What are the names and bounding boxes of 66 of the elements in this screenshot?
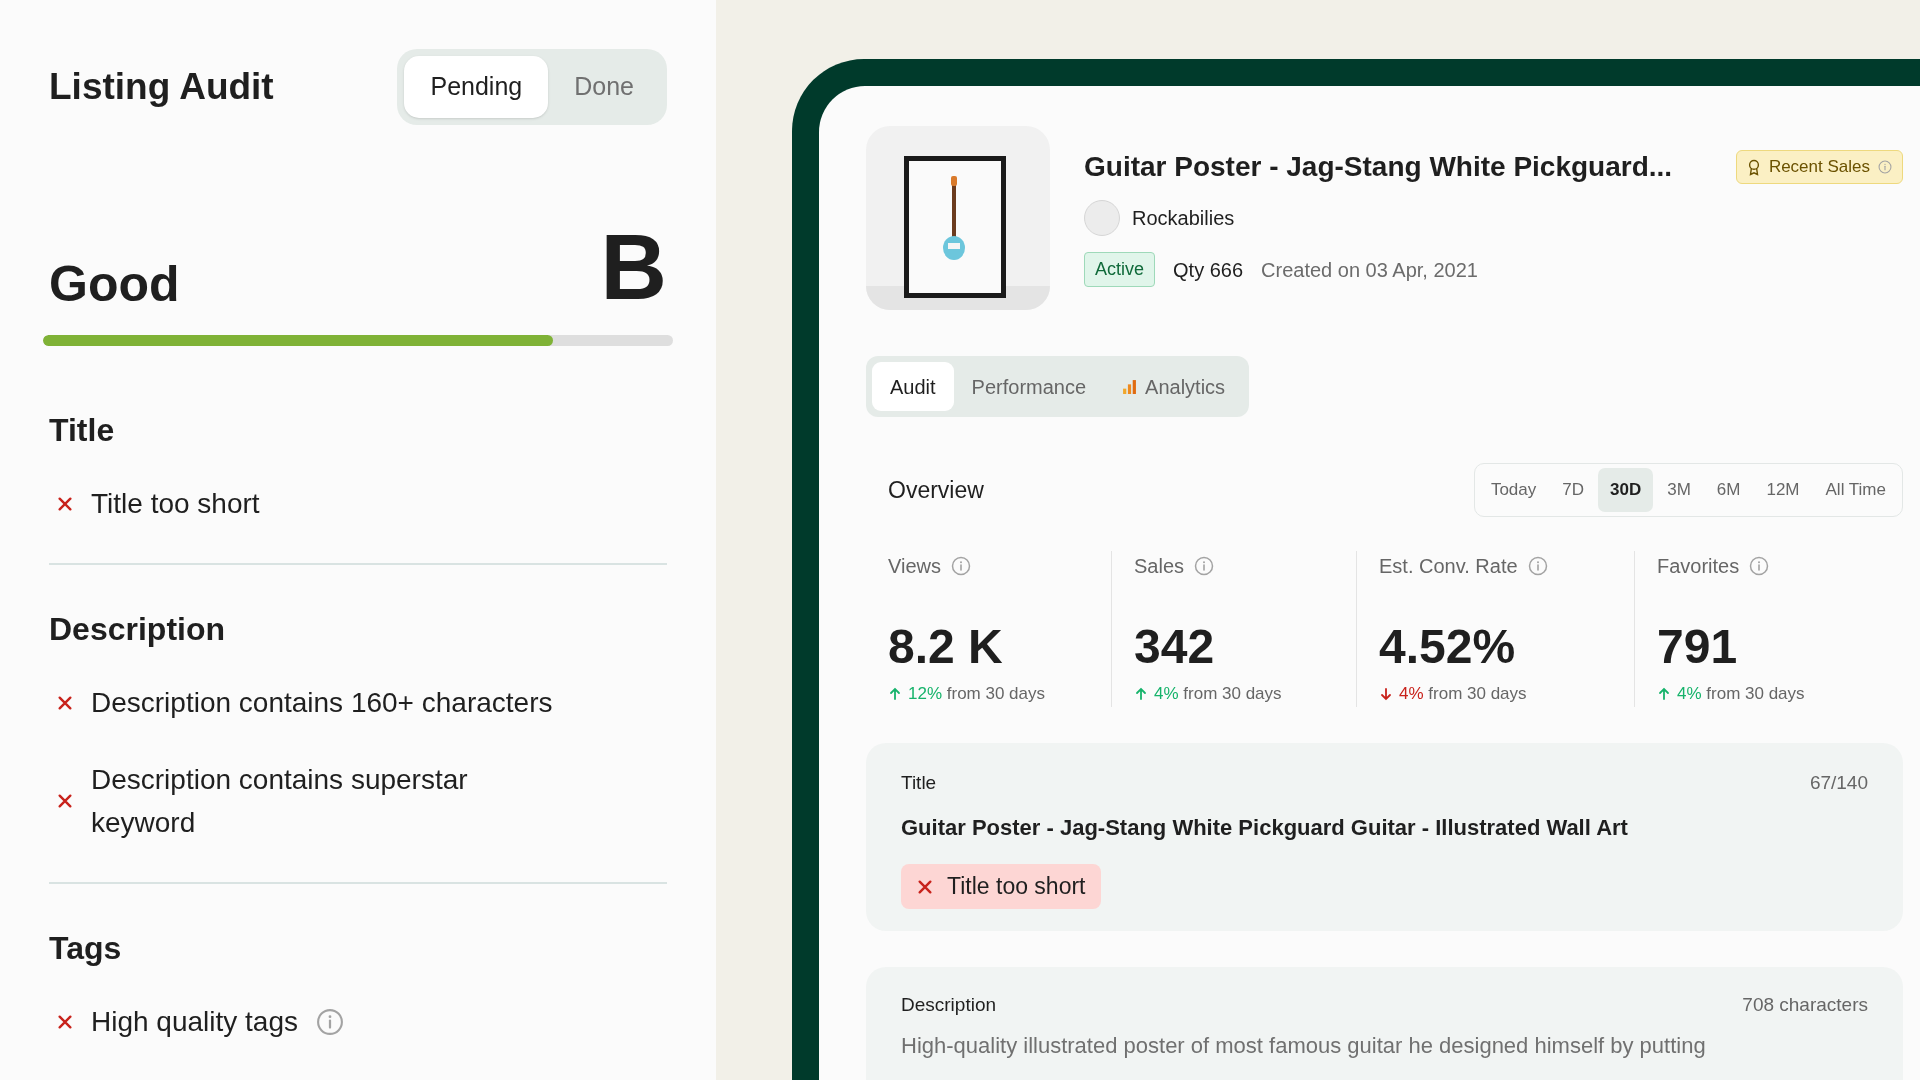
check-text: Description contains superstar keyword xyxy=(91,763,469,840)
info-icon[interactable] xyxy=(316,1007,344,1036)
info-icon[interactable] xyxy=(951,556,971,576)
card-label: Description xyxy=(901,993,997,1017)
arrow-up-icon xyxy=(888,686,902,701)
badge-label: Recent Sales xyxy=(1768,156,1870,179)
range-option[interactable]: Today xyxy=(1478,468,1549,512)
range-option[interactable]: 30D xyxy=(1598,468,1654,512)
section-heading: Tags xyxy=(49,932,123,964)
range-option[interactable]: 3M xyxy=(1655,468,1703,512)
info-icon[interactable] xyxy=(1194,556,1215,576)
stat-label: Sales xyxy=(1134,554,1185,579)
shop-avatar xyxy=(1084,200,1120,236)
section-heading: Title xyxy=(49,414,116,446)
view-tab[interactable]: Audit xyxy=(872,362,954,411)
cross-icon xyxy=(917,878,933,895)
check-text: Title too short xyxy=(91,487,260,521)
grade-letter: B xyxy=(600,221,667,313)
arrow-up-icon xyxy=(1657,686,1671,701)
view-tab[interactable]: Performance xyxy=(953,362,1105,411)
character-count: 708 characters xyxy=(1742,993,1868,1017)
award-icon xyxy=(1746,158,1761,176)
range-option[interactable]: All Time xyxy=(1813,468,1898,512)
arrow-up-icon xyxy=(1134,686,1148,701)
stat-label: Favorites xyxy=(1657,554,1740,579)
description-line: High-quality illustrated poster of most famous guitar he designed himself by putting xyxy=(901,1031,1707,1060)
stat-value: 4.52% xyxy=(1379,623,1517,671)
card-label: Title xyxy=(901,770,937,795)
cross-icon xyxy=(57,793,73,809)
stat-change: 4% from 30 days xyxy=(1399,683,1527,705)
stat-value: 791 xyxy=(1657,623,1739,671)
panel-title: Listing Audit xyxy=(49,65,274,110)
check-text: Description contains 160+ characters xyxy=(91,686,553,720)
stat-change: 4% from 30 days xyxy=(1154,683,1282,705)
info-icon[interactable] xyxy=(1749,556,1770,576)
character-count: 67/140 xyxy=(1809,770,1868,795)
listing-title: Guitar Poster - Jag-Stang White Pickguard... xyxy=(1084,150,1673,184)
created-date: Created on 03 Apr, 2021 xyxy=(1261,257,1478,283)
filter-tab[interactable]: Pending xyxy=(404,56,549,118)
cross-icon xyxy=(57,1013,73,1030)
cross-icon xyxy=(57,495,73,512)
cross-icon xyxy=(57,694,73,711)
check-text: High quality tags xyxy=(91,1005,298,1039)
view-tab[interactable]: Analytics xyxy=(1104,362,1244,411)
bar-chart-icon xyxy=(1122,379,1138,394)
stat-change: 4% from 30 days xyxy=(1677,683,1805,705)
filter-tab[interactable]: Done xyxy=(548,56,660,118)
stat-label: Est. Conv. Rate xyxy=(1379,554,1518,579)
section-heading: Description xyxy=(49,613,227,645)
arrow-down-icon xyxy=(1379,686,1393,701)
overview-title: Overview xyxy=(888,475,984,505)
info-icon[interactable] xyxy=(1527,556,1548,576)
stat-value: 8.2 K xyxy=(888,623,1004,671)
stat-change: 12% from 30 days xyxy=(908,683,1046,705)
range-option[interactable]: 6M xyxy=(1704,468,1753,512)
rating-label: Good xyxy=(49,259,180,309)
info-icon[interactable] xyxy=(1878,160,1892,174)
full-title: Guitar Poster - Jag-Stang White Pickguard Guitar - Illustrated Wall Art xyxy=(901,814,1629,842)
status-badge: Active xyxy=(1084,252,1156,287)
shop-name: Rockabilies xyxy=(1132,206,1235,231)
stat-value: 342 xyxy=(1134,623,1216,671)
issue-text: Title too short xyxy=(947,872,1086,902)
quantity-text: Qty 666 xyxy=(1173,257,1244,283)
range-option[interactable]: 12M xyxy=(1754,468,1812,512)
stat-label: Views xyxy=(888,554,941,579)
range-option[interactable]: 7D xyxy=(1550,468,1596,512)
